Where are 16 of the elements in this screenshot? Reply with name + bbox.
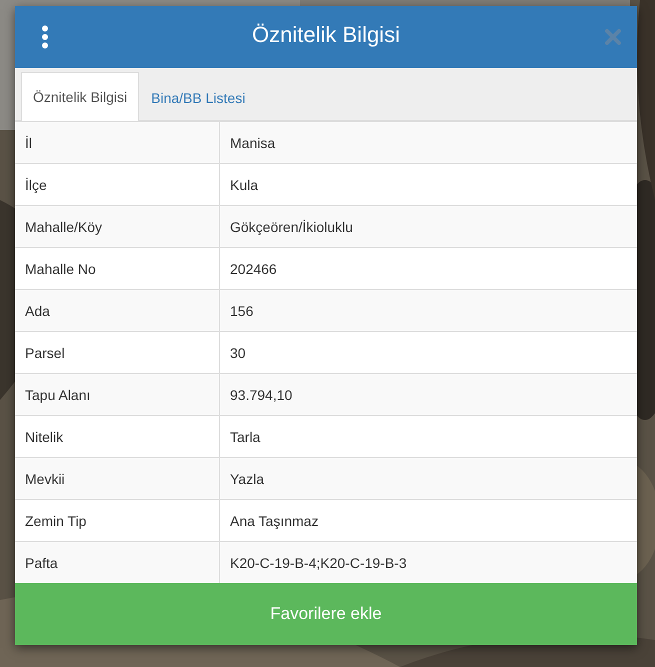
attribute-value: 93.794,10 <box>229 386 294 404</box>
attribute-value: 156 <box>229 302 254 320</box>
attribute-value: K20-C-19-B-4;K20-C-19-B-3 <box>229 554 408 572</box>
attribute-value: 202466 <box>229 260 278 278</box>
attribute-value: Ana Taşınmaz <box>229 512 320 531</box>
menu-icon[interactable] <box>40 25 50 49</box>
attribute-value: 30 <box>229 344 247 362</box>
attribute-value: Yazla <box>229 470 265 488</box>
add-to-favorites-button[interactable]: Favorilere ekle <box>15 583 637 645</box>
attribute-value: Kula <box>229 176 260 194</box>
tab[interactable]: Bina/BB Listesi <box>139 73 258 121</box>
attribute-value: Manisa <box>229 134 276 152</box>
tab[interactable]: Öznitelik Bilgisi <box>21 72 140 121</box>
dialog-title: Öznitelik Bilgisi <box>252 22 400 48</box>
attribute-value: Tarla <box>229 428 262 446</box>
attribute-value: Gökçeören/İkioluklu <box>229 218 354 237</box>
